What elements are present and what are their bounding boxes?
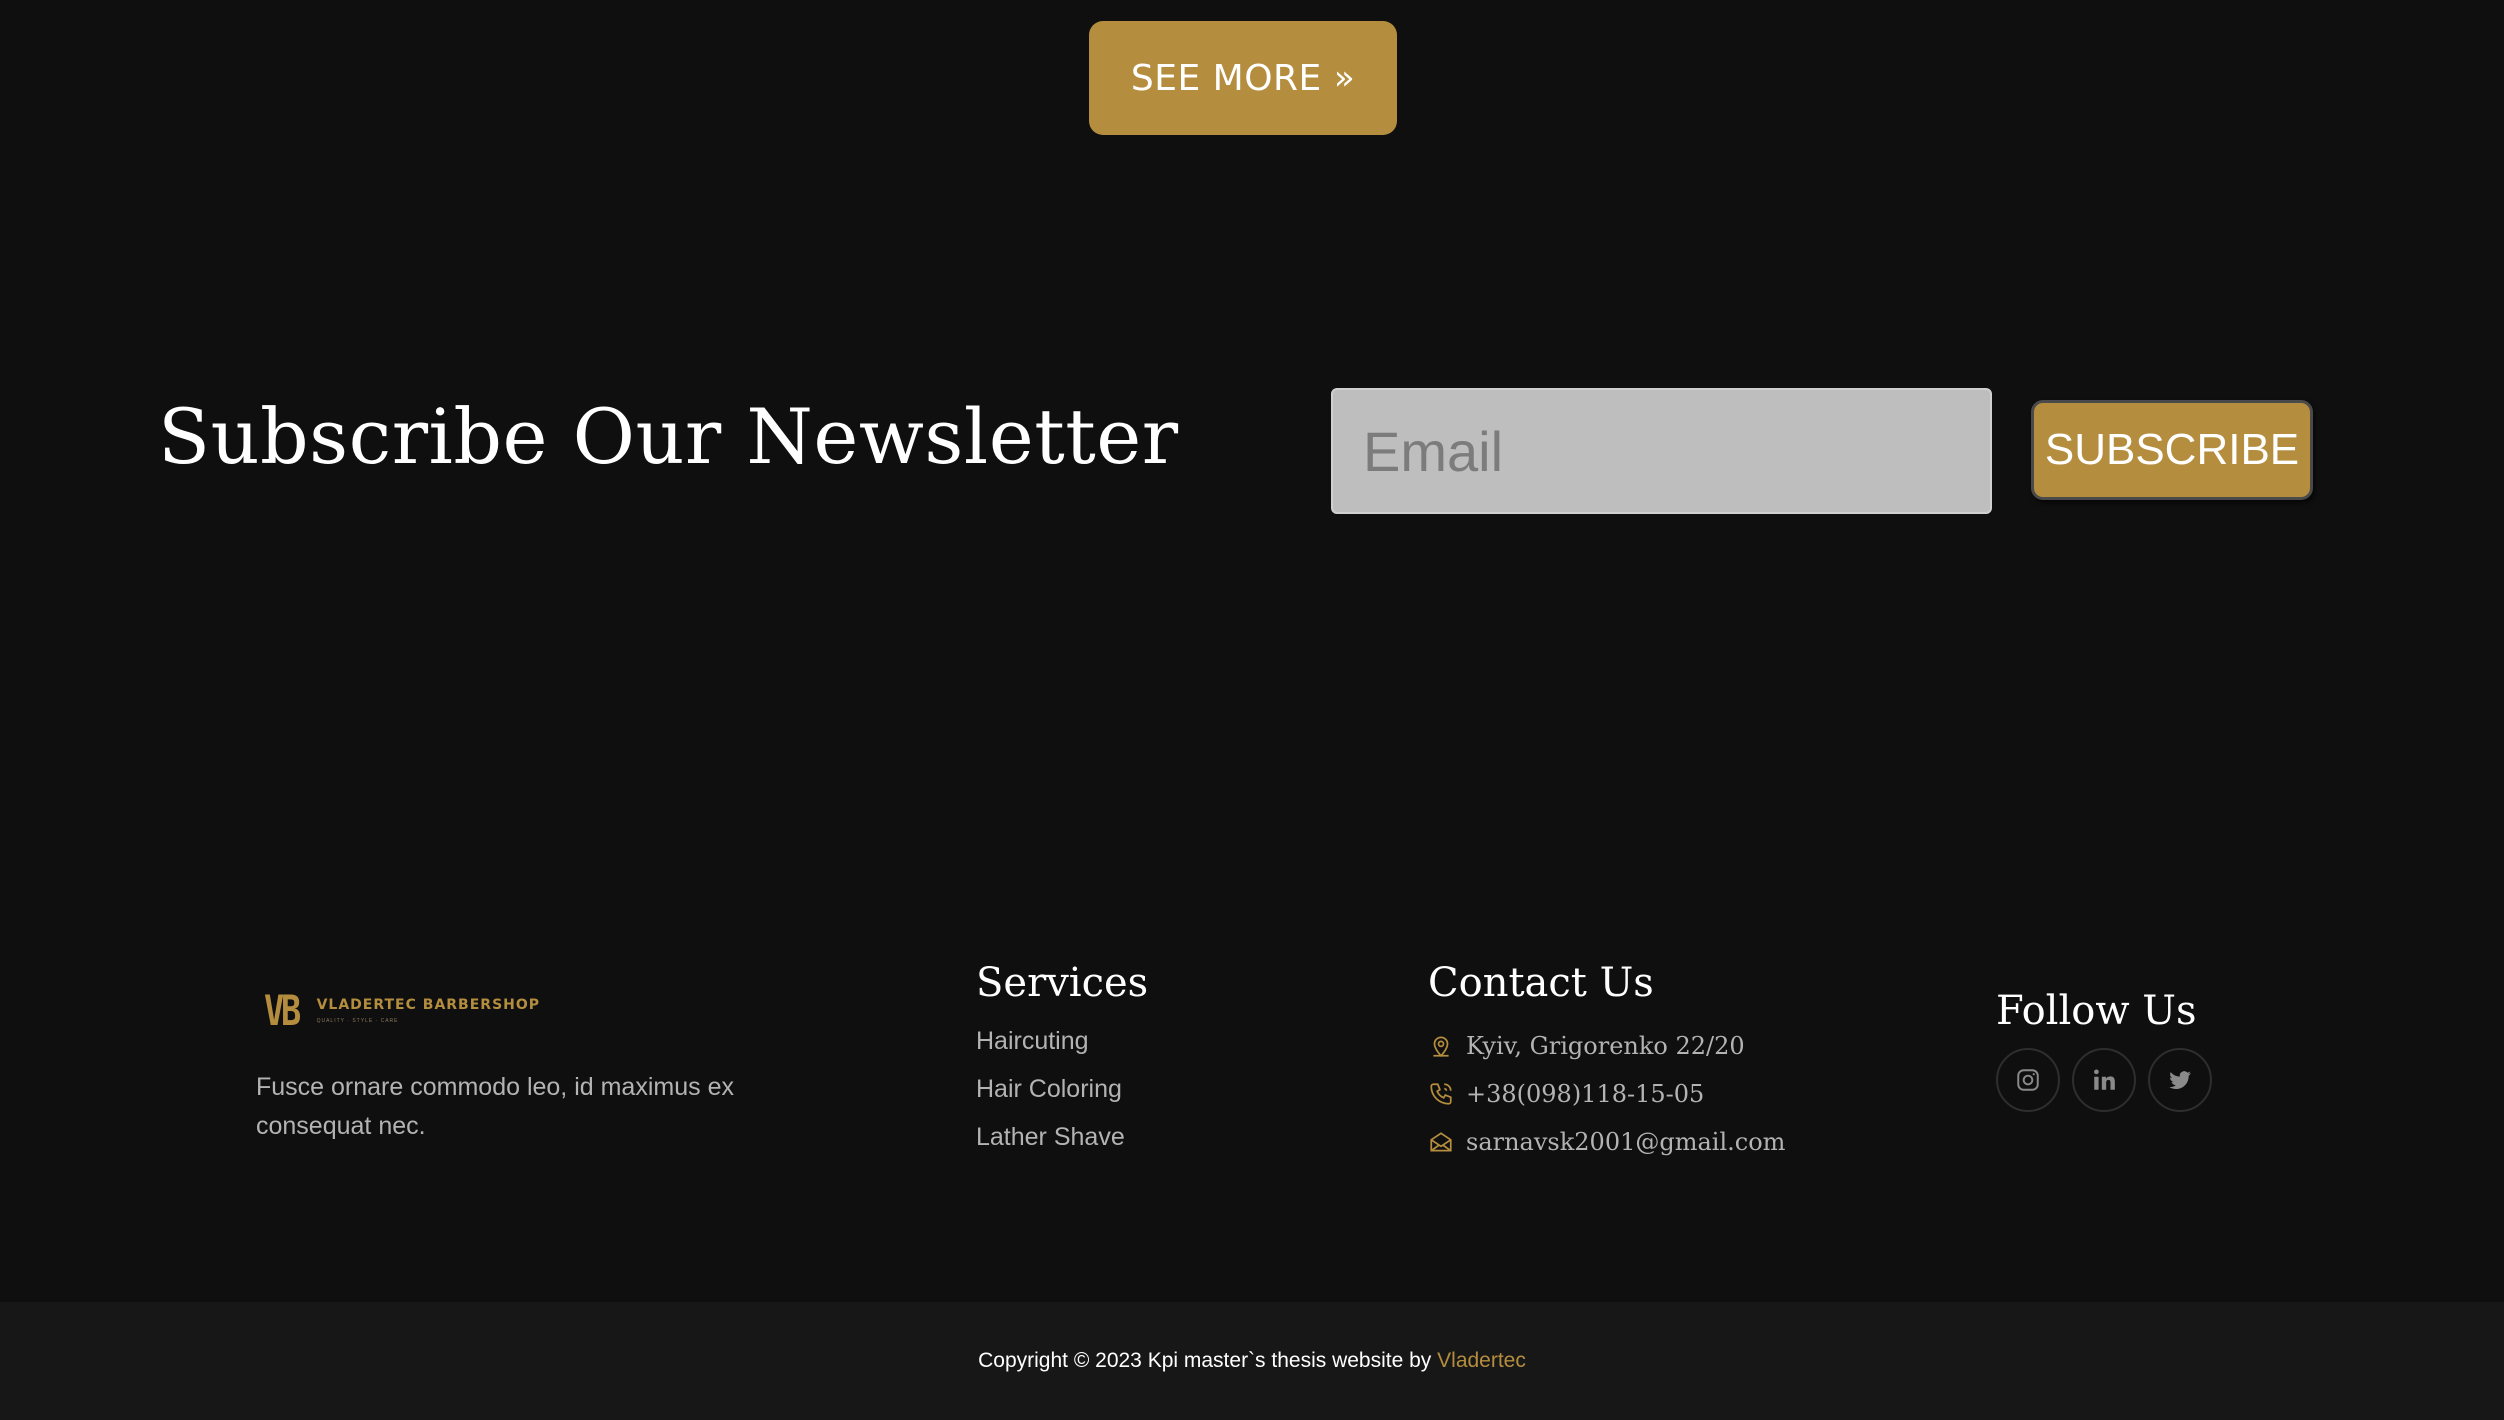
logo-name: VLADERTEC BARBERSHOP xyxy=(316,997,541,1013)
logo[interactable]: VB VLADERTEC BARBERSHOP QUALITY · STYLE … xyxy=(264,986,540,1035)
copyright-text: Copyright © 2023 Kpi master`s thesis web… xyxy=(978,1349,1526,1373)
contact-title: Contact Us xyxy=(1428,960,1654,1006)
author-link[interactable]: Vladertec xyxy=(1437,1349,1526,1372)
phone-icon xyxy=(1430,1083,1452,1105)
see-more-button[interactable]: SEE MORE » xyxy=(1089,21,1397,135)
social-links xyxy=(1996,1048,2212,1112)
contact-email-text: sarnavsk2001@gmail.com xyxy=(1466,1128,1786,1156)
contact-address-text: Kyiv, Grigorenko 22/20 xyxy=(1466,1032,1745,1060)
instagram-link[interactable] xyxy=(1996,1048,2060,1112)
newsletter-title: Subscribe Our Newsletter xyxy=(158,392,1179,481)
mail-open-icon xyxy=(1430,1132,1452,1152)
double-chevron-right-icon: » xyxy=(1333,58,1356,98)
logo-mark: VB xyxy=(264,986,301,1035)
instagram-icon xyxy=(2017,1069,2039,1091)
see-more-label: SEE MORE xyxy=(1130,57,1322,99)
twitter-link[interactable] xyxy=(2148,1048,2212,1112)
service-link-lather-shave[interactable]: Lather Shave xyxy=(976,1118,1125,1166)
linkedin-link[interactable] xyxy=(2072,1048,2136,1112)
services-list: Haircuting Hair Coloring Lather Shave xyxy=(976,1022,1125,1166)
subscribe-button[interactable]: SUBSCRIBE xyxy=(2031,400,2313,500)
contact-list: Kyiv, Grigorenko 22/20 +38(098)118-15-05… xyxy=(1428,1022,1785,1166)
email-input[interactable] xyxy=(1331,388,1992,514)
contact-email[interactable]: sarnavsk2001@gmail.com xyxy=(1428,1118,1785,1166)
service-link-hair-coloring[interactable]: Hair Coloring xyxy=(976,1070,1125,1118)
service-link-haircuting[interactable]: Haircuting xyxy=(976,1022,1125,1070)
about-text: Fusce ornare commodo leo, id maximus ex … xyxy=(256,1073,734,1140)
copyright-prefix: Copyright © 2023 Kpi master`s thesis web… xyxy=(978,1349,1438,1372)
follow-title: Follow Us xyxy=(1996,988,2197,1034)
contact-phone-text: +38(098)118-15-05 xyxy=(1466,1080,1705,1108)
contact-address: Kyiv, Grigorenko 22/20 xyxy=(1428,1022,1785,1070)
services-title: Services xyxy=(976,960,1149,1006)
logo-tagline: QUALITY · STYLE · CARE xyxy=(316,1018,399,1024)
linkedin-icon xyxy=(2094,1069,2115,1090)
twitter-icon xyxy=(2169,1071,2191,1089)
copyright-bar: Copyright © 2023 Kpi master`s thesis web… xyxy=(0,1302,2504,1420)
location-pin-icon xyxy=(1433,1036,1449,1057)
contact-phone[interactable]: +38(098)118-15-05 xyxy=(1428,1070,1785,1118)
